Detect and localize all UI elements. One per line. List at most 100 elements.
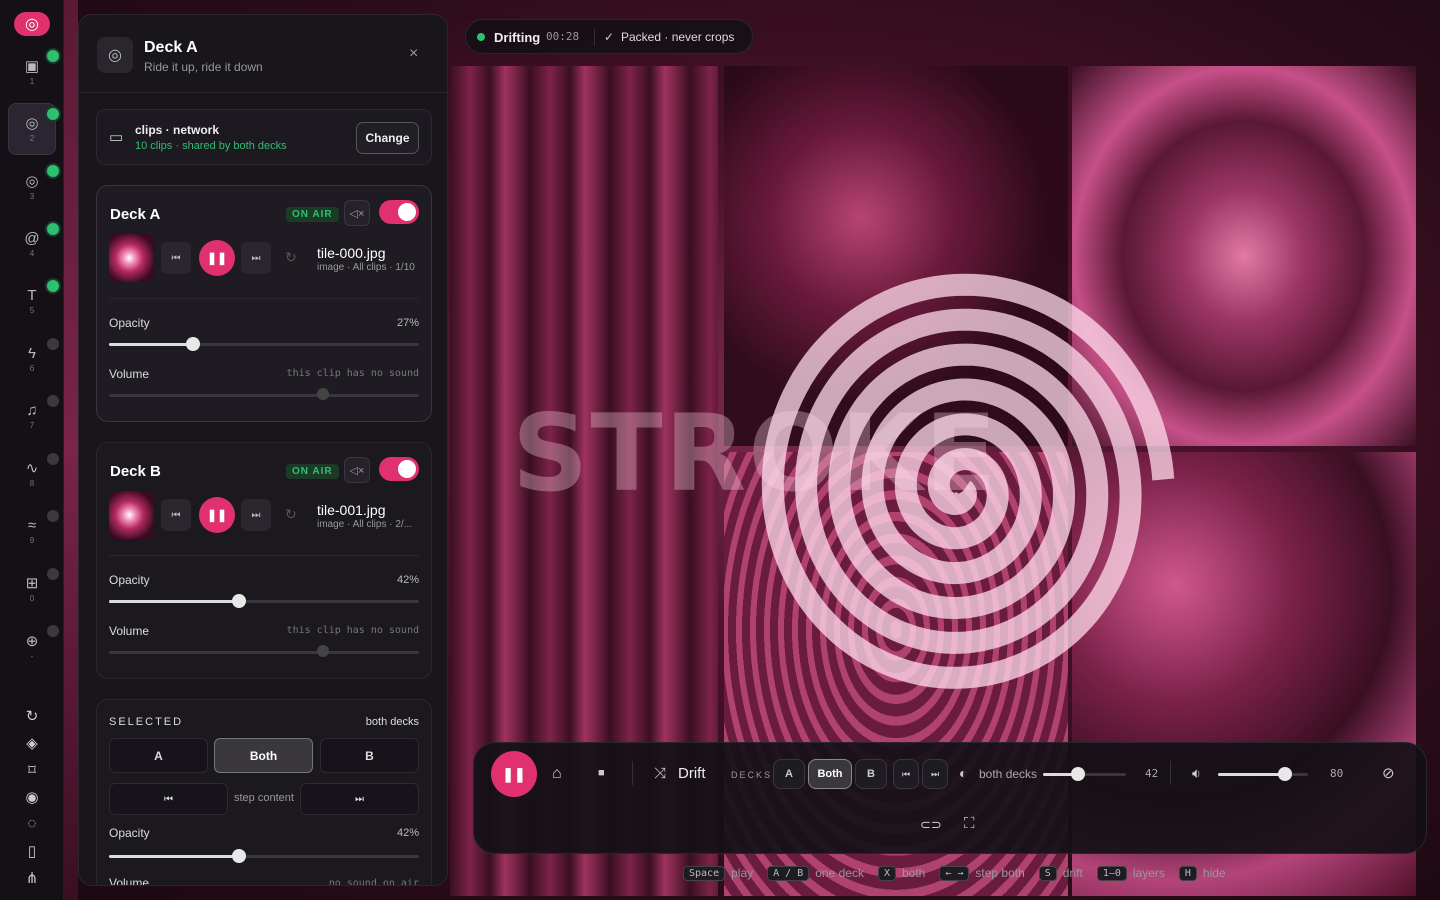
mute-icon[interactable]: ◁× bbox=[344, 457, 370, 483]
refresh-icon[interactable]: ↻ bbox=[20, 707, 44, 727]
shortcut-desc: layers bbox=[1132, 866, 1165, 880]
shortcut-key: A / B bbox=[767, 865, 810, 881]
layer-status-dot[interactable] bbox=[47, 337, 59, 350]
deck-b-button[interactable]: B bbox=[855, 759, 887, 789]
selected-volume-note: no sound on air bbox=[328, 878, 419, 886]
rail-item-number: 9 bbox=[29, 536, 35, 545]
step-next-button[interactable]: ⏭ bbox=[300, 783, 419, 815]
deck-panel: ◎ Deck A Ride it up, ride it down × ▭ cl… bbox=[78, 14, 448, 886]
rail-item-number: - bbox=[30, 651, 34, 661]
pause-button[interactable]: ❚❚ bbox=[491, 751, 537, 797]
volume-note: this clip has no sound bbox=[286, 625, 419, 636]
step-prev-button[interactable]: ⏮ bbox=[109, 783, 228, 815]
target-icon: ◎ bbox=[25, 115, 39, 132]
drift-button[interactable]: Drift bbox=[678, 765, 706, 782]
loop-icon[interactable]: ↻ bbox=[285, 249, 297, 266]
loop-icon[interactable]: ↻ bbox=[285, 506, 297, 523]
layers-icon[interactable]: ◈ bbox=[20, 734, 44, 754]
deck-enable-toggle[interactable] bbox=[379, 200, 419, 224]
divider bbox=[109, 298, 419, 299]
deck-enable-toggle[interactable] bbox=[379, 457, 419, 481]
rail-item-number: 5 bbox=[29, 306, 35, 315]
fullscreen-icon[interactable]: ⛶ bbox=[964, 815, 975, 832]
rail-item-number: 4 bbox=[29, 248, 35, 258]
layer-status-dot[interactable] bbox=[47, 107, 59, 120]
deck-a-button[interactable]: A bbox=[773, 759, 805, 789]
opacity-scope-label: both decks bbox=[979, 767, 1038, 781]
select-deck-a[interactable]: A bbox=[109, 738, 208, 773]
check-icon: ✓ bbox=[604, 30, 615, 44]
selected-opacity-slider[interactable] bbox=[109, 849, 419, 863]
bookmark-icon[interactable]: ⌑ bbox=[20, 761, 44, 781]
spiral-overlay bbox=[761, 273, 1175, 689]
next-clip-button[interactable]: ⏭ bbox=[922, 759, 948, 789]
next-clip-button[interactable]: ⏭ bbox=[241, 242, 271, 274]
opacity-label: Opacity bbox=[109, 573, 150, 587]
clip-name: tile-001.jpg bbox=[317, 502, 386, 518]
volume-note: this clip has no sound bbox=[286, 368, 419, 379]
volume-value: 80 bbox=[1330, 767, 1344, 780]
layer-status-dot[interactable] bbox=[47, 50, 59, 62]
bolt-icon: ϟ bbox=[28, 344, 36, 362]
record-icon[interactable]: ◉ bbox=[20, 788, 44, 808]
rail-item-number: 8 bbox=[29, 479, 35, 488]
divider bbox=[1170, 761, 1171, 785]
panel-header: ◎ Deck A Ride it up, ride it down × bbox=[79, 15, 447, 93]
close-icon[interactable]: × bbox=[409, 45, 418, 63]
home-icon[interactable]: ⌂ bbox=[552, 765, 562, 783]
vibrate-icon[interactable]: ▯ bbox=[20, 842, 44, 862]
clip-folder: ▭ clips · network 10 clips · shared by b… bbox=[96, 109, 432, 165]
deck-pause-button[interactable]: ❚❚ bbox=[199, 497, 235, 533]
volume-slider[interactable] bbox=[109, 388, 419, 400]
volume-slider[interactable] bbox=[109, 645, 419, 657]
shortcut-desc: step both bbox=[975, 866, 1025, 880]
selected-scope: both decks bbox=[365, 716, 419, 728]
rail-item-number: 1 bbox=[29, 76, 35, 86]
select-deck-b[interactable]: B bbox=[320, 738, 419, 773]
opacity-value: 42 bbox=[1145, 767, 1159, 780]
loop-icon[interactable]: ⊂⊃ bbox=[920, 817, 942, 833]
prev-clip-button[interactable]: ⏮ bbox=[161, 242, 191, 274]
layer-status-dot[interactable] bbox=[47, 452, 59, 465]
image-icon: ▣ bbox=[24, 57, 40, 75]
opacity-slider[interactable] bbox=[1043, 767, 1126, 781]
on-air-badge: ON AIR bbox=[286, 464, 339, 479]
layer-status-dot[interactable] bbox=[47, 395, 59, 407]
eye-icon[interactable]: ◌ bbox=[20, 815, 44, 835]
layer-status-dot[interactable] bbox=[47, 567, 59, 580]
share-icon[interactable]: ⋔ bbox=[20, 869, 44, 889]
shortcut-key: ← → bbox=[939, 865, 970, 881]
status-bar: Drifting 00:28 ✓ Packed · never crops bbox=[465, 19, 753, 54]
next-clip-button[interactable]: ⏭ bbox=[241, 499, 271, 531]
select-both[interactable]: Both bbox=[214, 738, 313, 773]
opacity-slider[interactable] bbox=[109, 594, 419, 608]
layer-status-dot[interactable] bbox=[47, 625, 59, 637]
deck-pause-button[interactable]: ❚❚ bbox=[199, 240, 235, 276]
volume-icon[interactable]: 🔉︎ bbox=[1192, 765, 1201, 782]
text-icon: T bbox=[27, 287, 37, 304]
deck-both-button[interactable]: Both bbox=[808, 759, 852, 789]
shortcut-key: S bbox=[1038, 865, 1057, 881]
stop-icon[interactable]: ■ bbox=[598, 767, 605, 779]
live-dot bbox=[477, 33, 485, 41]
spiral-icon: @ bbox=[24, 229, 40, 247]
layer-status-dot[interactable] bbox=[47, 165, 59, 177]
shortcut-key: X bbox=[877, 865, 896, 881]
shortcut-hints: Space play A / B one deck Xboth ← → step both S… bbox=[683, 863, 1240, 883]
layer-status-dot[interactable] bbox=[47, 510, 59, 522]
control-bar: ❚❚ ⌂ ■ ⤨ Drift DECKS A Both B ⏮ ⏭ ◐ both… bbox=[473, 742, 1427, 854]
change-folder-button[interactable]: Change bbox=[356, 122, 419, 154]
prev-clip-button[interactable]: ⏮ bbox=[893, 759, 919, 789]
layer-status-dot[interactable] bbox=[47, 222, 59, 235]
opacity-slider[interactable] bbox=[109, 337, 419, 351]
shortcut-desc: drift bbox=[1062, 866, 1083, 880]
volume-slider[interactable] bbox=[1218, 767, 1308, 781]
shortcut-desc: play bbox=[731, 866, 754, 880]
selected-title: SELECTED bbox=[109, 716, 184, 728]
app-logo[interactable]: ◎ bbox=[14, 12, 50, 36]
mute-icon[interactable]: ◁× bbox=[344, 200, 370, 226]
opacity-label: Opacity bbox=[109, 316, 150, 330]
eye-off-icon[interactable]: ⊘ bbox=[1382, 764, 1395, 782]
prev-clip-button[interactable]: ⏮ bbox=[161, 499, 191, 531]
layer-status-dot[interactable] bbox=[47, 280, 59, 292]
